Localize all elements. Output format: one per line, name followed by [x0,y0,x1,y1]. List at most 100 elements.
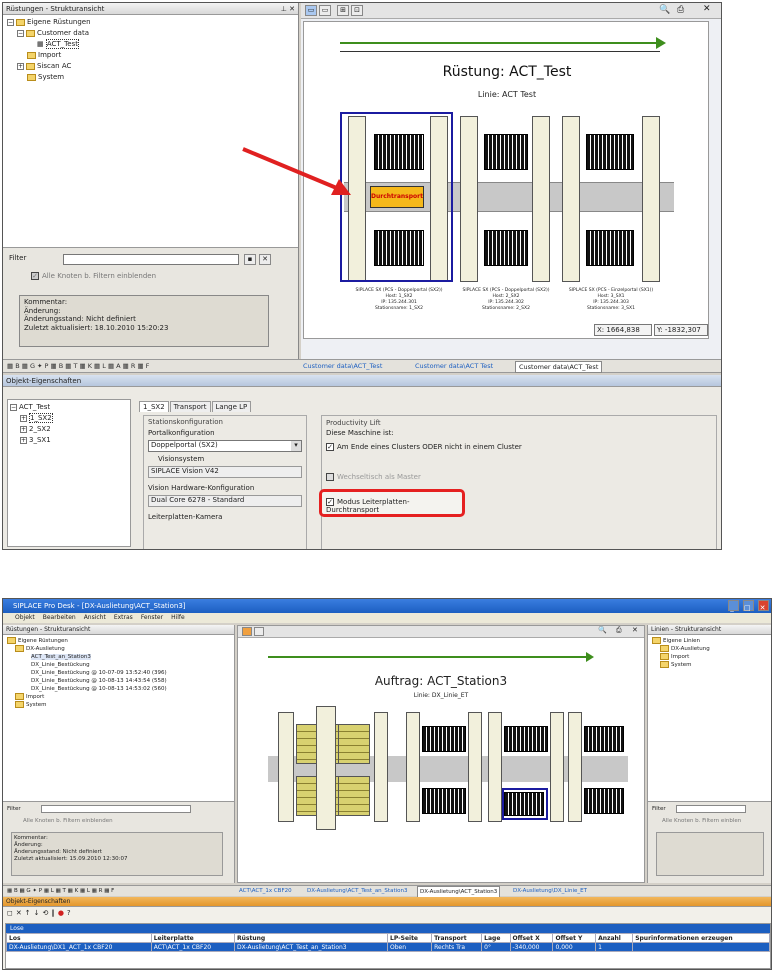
top-screenshot: Rüstungen - Strukturansicht ⊥ ✕ − Eigene R… [2,2,722,550]
delete-icon[interactable]: ✕ [16,909,25,917]
tree-item[interactable]: System [652,661,769,669]
tree-item[interactable]: System [7,72,294,83]
station-frame [460,116,478,282]
tree-item[interactable]: DX_Linie_Bestückung @ 10-08-13 14:43:54 … [7,677,230,685]
tree-item[interactable]: − ACT_Test [10,402,128,413]
panel-switch-icons[interactable]: ▦ B ▦ G ✦ P ▦ B ▦ T ▦ K ▦ L ▦ A ▦ R ▦ F [7,360,149,372]
view-button[interactable]: ⊞ [337,5,349,16]
tree-item-selected[interactable]: ACT_Test_an_Station3 [7,653,230,661]
pin-close-icon[interactable]: ⊥ ✕ [281,3,298,15]
menu-item[interactable]: Extras [114,614,133,621]
lots-table-wrap: Lose Los Leiterplatte Rüstung LP-Seite Trans… [5,923,771,969]
doc-tab[interactable]: DX-Auslietung\DX_Linie_ET [513,886,587,896]
right-filter-area: Filter Alle Knoten b. Filtern einblen [648,801,771,883]
folder-icon [27,73,36,81]
filter-apply-button[interactable]: ▪ [244,254,256,265]
view-button[interactable]: ⊡ [351,5,363,16]
lose-header: Lose [6,924,770,933]
productivity-group: Productivity Lift Diese Maschine ist: ✓ A… [321,415,717,549]
filter-input[interactable] [63,254,239,265]
tree-item[interactable]: Eigene Linien [652,637,769,645]
feeder-bank [338,724,370,764]
table-header: Los Leiterplatte Rüstung LP-Seite Transport L… [6,933,770,943]
stop-icon[interactable]: ● [58,909,67,917]
add-icon[interactable]: ◻ [7,909,16,917]
close-icon[interactable]: ✕ [632,626,638,634]
tree-item[interactable]: +2_SX2 [10,424,128,435]
doc-tab[interactable]: ACT\ACT_1x CBF20 [239,886,292,896]
view-button[interactable] [242,627,252,636]
search-icon[interactable]: 🔍 [659,5,670,15]
tab-1-sx2[interactable]: 1_SX2 [139,401,169,412]
feeder-bank [484,134,528,170]
show-nodes-option[interactable]: Alle Knoten b. Filtern einblen [662,818,741,824]
diagram-title: Auftrag: ACT_Station3 [374,674,508,688]
search-icon[interactable]: 🔍 [598,626,607,634]
flow-arrow-icon [656,37,666,49]
folder-icon [15,701,24,708]
tree-item[interactable]: DX-Auslietung [7,645,230,653]
flow-line [340,42,660,44]
refresh-icon[interactable]: ⟲ [42,909,51,917]
tree-item[interactable]: +1_SX2 [10,413,128,424]
up-icon[interactable]: ↑ [25,909,34,917]
menu-item[interactable]: Ansicht [84,614,106,621]
station-caption: SIPLACE SX (PCS - Einzelportal (SX1)) Hos… [568,288,654,311]
tree-item[interactable]: +3_SX1 [10,435,128,446]
doc-tab-active[interactable]: Customer data\ACT_Test [515,361,603,373]
highlighted-mode-option[interactable]: ✓ Modus Leiterplatten-Durchtransport [319,489,465,517]
show-nodes-option[interactable]: ✓ Alle Knoten b. Filtern einblenden [31,272,156,280]
filter-clear-button[interactable]: ✕ [259,254,271,265]
coord-y: Y: -1832,307 [654,324,708,336]
panel-switch-icons[interactable]: ▦ B ▦ G ✦ P ▦ L ▦ T ▦ K ▦ L ▦ R ▦ F [7,886,114,896]
doc-tab[interactable]: DX-Auslietung\ACT_Test_an_Station3 [307,886,407,896]
master-option[interactable]: Wechseltisch als Master [326,472,712,482]
tree-item[interactable]: − Eigene Rüstungen [7,17,294,28]
cluster-option[interactable]: ✓ Am Ende eines Clusters ODER nicht in ei… [326,442,712,452]
tree-item[interactable]: Import [7,693,230,701]
diagram-line-label: Linie: DX_Linie_ET [413,692,469,699]
tree-item[interactable]: Eigene Rüstungen [7,637,230,645]
filter-input[interactable] [41,805,191,813]
tree-item[interactable]: DX_Linie_Bestückung [7,661,230,669]
station-frame [468,712,482,822]
doc-tab[interactable]: Customer data\ACT_Test [303,360,382,372]
folder-icon [652,637,661,644]
tree-item[interactable]: Import [7,50,294,61]
menu-item[interactable]: Bearbeiten [43,614,76,621]
station-frame [642,116,660,282]
close-icon[interactable]: ✕ [703,4,711,14]
show-nodes-option[interactable]: Alle Knoten b. Filtern einblenden [23,818,113,824]
properties-title: Objekt-Eigenschaften [3,375,721,387]
portal-select[interactable]: Doppelportal (SX2) ▾ [148,440,302,452]
object-tree: − ACT_Test +1_SX2 +2_SX2 +3_SX1 [7,399,131,547]
tree-item[interactable]: + Siscan AC [7,61,294,72]
station-caption: SIPLACE SX (PCS - Doppelportal (SX2)) Hos… [462,288,550,311]
feeder-bank [504,726,548,752]
tab-transport[interactable]: Transport [169,401,211,412]
print-icon[interactable]: ⎙ [616,626,622,635]
help-icon[interactable]: ? [67,909,74,917]
menu-item[interactable]: Objekt [15,614,35,621]
print-icon[interactable]: ⎙ [677,5,684,15]
tree-item[interactable]: DX_Linie_Bestückung @ 10-08-13 14:53:02 … [7,685,230,693]
view-button[interactable]: ▭ [305,5,317,16]
tree-item[interactable]: System [7,701,230,709]
folder-icon [660,645,669,652]
table-row[interactable]: DX-Auslietung\DX1_ACT_1x CBF20 ACT\ACT_1x… [6,942,770,952]
tree-item[interactable]: DX-Auslietung [652,645,769,653]
chevron-down-icon[interactable]: ▾ [291,441,301,451]
tree-item[interactable]: − Customer data [7,28,294,39]
diagram-toolbar: ▭ ▭ ⊞ ⊡ 🔍 ⎙ ✕ [301,3,721,19]
menu-item[interactable]: Hilfe [171,614,185,621]
feeder-bank [422,788,466,814]
view-button[interactable] [254,627,264,636]
menu-item[interactable]: Fenster [141,614,163,621]
view-button[interactable]: ▭ [319,5,331,16]
tree-item[interactable]: Import [652,653,769,661]
tab-lange-lp[interactable]: Lange LP [211,401,252,412]
filter-input[interactable] [676,805,746,813]
tree-item-selected[interactable]: ▦ ACT_Test [7,39,294,50]
doc-tab[interactable]: Customer data\ACT Test [415,360,493,372]
tree-item[interactable]: DX_Linie_Bestückung @ 10-07-09 13:52:40 … [7,669,230,677]
